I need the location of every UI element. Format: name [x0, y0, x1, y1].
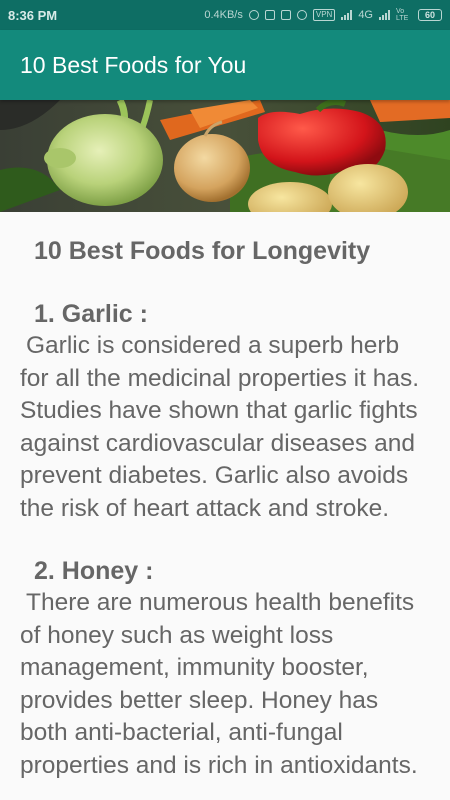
food-section-garlic: 1. Garlic : Garlic is considered a super… [20, 298, 430, 525]
section-body: Garlic is considered a superb herb for a… [20, 332, 419, 522]
signal-strength-icon [379, 10, 390, 20]
mute-icon [280, 10, 291, 20]
section-body: There are numerous health benefits of ho… [20, 589, 418, 779]
network-type: 4G [358, 9, 373, 21]
network-speed: 0.4KB/s [204, 9, 243, 21]
food-section-honey: 2. Honey : There are numerous health ben… [20, 555, 430, 782]
headset-icon [248, 10, 259, 20]
vegetables-image [0, 100, 450, 212]
signal-icon [341, 10, 353, 20]
app-bar: 10 Best Foods for You [0, 30, 450, 100]
article-title: 10 Best Foods for Longevity [34, 237, 371, 265]
status-bar: 8:36 PM 0.4KB/s VPN 4G Vo LTE 60 [0, 0, 450, 30]
article-content: 10 Best Foods for Longevity 1. Garlic : … [0, 212, 450, 800]
status-time: 8:36 PM [8, 7, 58, 23]
app-title: 10 Best Foods for You [20, 51, 247, 78]
vpn-badge: VPN [312, 9, 336, 21]
volte-label: Vo LTE [396, 8, 409, 22]
section-heading: 1. Garlic : [34, 300, 148, 328]
alarm-icon [296, 10, 307, 20]
bluetooth-icon [264, 10, 275, 20]
vegetables-banner-image [0, 100, 450, 212]
section-heading: 2. Honey : [34, 557, 154, 585]
battery-level: 60 [424, 10, 435, 20]
status-icons: 0.4KB/s VPN 4G Vo LTE 60 [204, 8, 442, 22]
battery-icon: 60 [418, 9, 442, 21]
